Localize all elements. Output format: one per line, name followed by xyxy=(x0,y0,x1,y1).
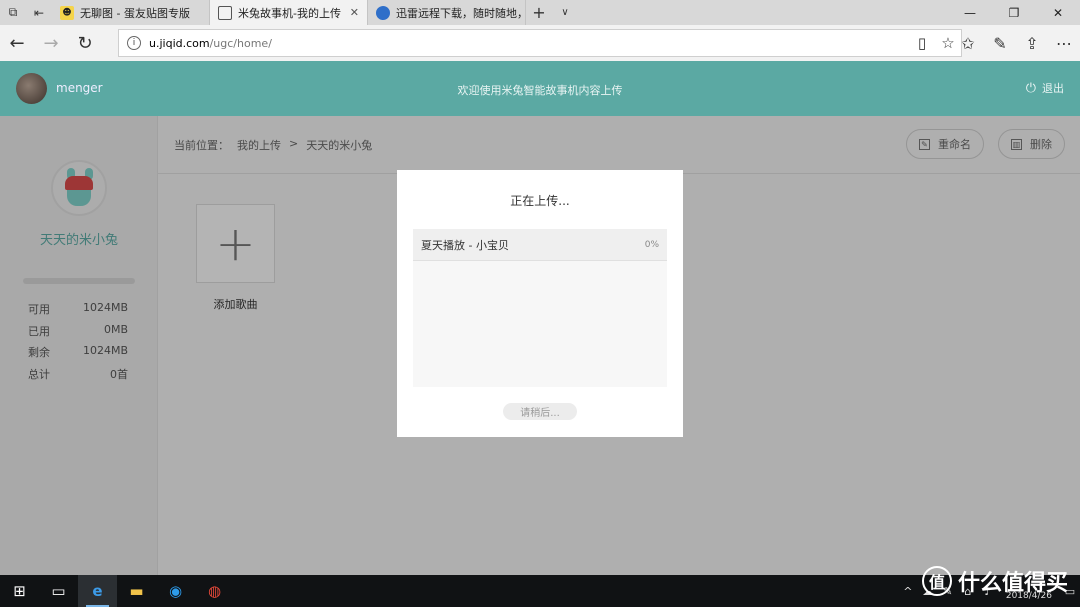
app-header: menger 欢迎使用米兔智能故事机内容上传 ⏻ 退出 xyxy=(0,61,1080,116)
windows-taskbar: ⊞ ▭ e ▬ ◉ ◍ ^ ☁ ✎ ⌂ ♪ 2018/4/26 ▭ xyxy=(0,575,1080,607)
restore-icon[interactable]: ❐ xyxy=(992,0,1036,25)
upload-item: 夏天播放 - 小宝贝 0% xyxy=(413,229,667,261)
xunlei-favicon-icon xyxy=(376,5,390,20)
address-bar[interactable]: i u.jiqid.com/ugc/home/ ▯ ☆ xyxy=(118,29,962,57)
windows-start-icon[interactable]: ⊞ xyxy=(0,575,39,607)
upload-dialog: 正在上传... 夏天播放 - 小宝贝 0% 请稍后... xyxy=(397,170,683,437)
dialog-title: 正在上传... xyxy=(510,194,570,208)
share-icon[interactable]: ⇪ xyxy=(1016,25,1048,61)
close-tab-icon[interactable]: ✕ xyxy=(350,6,359,19)
forward-arrow-icon[interactable]: → xyxy=(34,25,68,61)
web-note-pen-icon[interactable]: ✎ xyxy=(984,25,1016,61)
tab-title: 无聊图 - 蛋友贴图专版 xyxy=(80,6,190,20)
network-app-icon[interactable]: ◉ xyxy=(156,575,195,607)
url-text: u.jiqid.com/ugc/home/ xyxy=(149,37,272,50)
chrome-icon[interactable]: ◍ xyxy=(195,575,234,607)
smiley-favicon-icon: ☻ xyxy=(60,5,74,20)
upload-list: 夏天播放 - 小宝贝 0% xyxy=(413,229,667,387)
watermark-text: 什么值得买 xyxy=(957,571,1068,596)
please-wait-button: 请稍后... xyxy=(503,403,577,420)
url-path: /ugc/home/ xyxy=(209,36,272,50)
logout-label: 退出 xyxy=(1042,82,1064,95)
tray-expand-icon[interactable]: ^ xyxy=(898,585,918,598)
favorites-hub-icon[interactable]: ✩ xyxy=(952,25,984,61)
reading-view-icon[interactable]: ▯ xyxy=(909,34,935,52)
welcome-text: 欢迎使用米兔智能故事机内容上传 xyxy=(457,84,623,97)
tab-preview-icon[interactable]: ⧉ xyxy=(0,0,26,25)
page-favicon-icon xyxy=(218,5,232,20)
close-window-icon[interactable]: ✕ xyxy=(1036,0,1080,25)
file-explorer-icon[interactable]: ▬ xyxy=(117,575,156,607)
browser-navbar: ← → ↻ i u.jiqid.com/ugc/home/ ▯ ☆ ✩ ✎ ⇪ … xyxy=(0,25,1080,61)
url-host: u.jiqid.com xyxy=(149,36,210,50)
power-icon: ⏻ xyxy=(1025,80,1036,96)
tab-mitu-upload[interactable]: 米兔故事机-我的上传 ✕ xyxy=(210,0,368,25)
tab-title: 米兔故事机-我的上传 xyxy=(238,6,341,20)
watermark: 值 什么值得买 xyxy=(921,565,1068,597)
refresh-icon[interactable]: ↻ xyxy=(68,25,102,61)
set-aside-tabs-icon[interactable]: ⇤ xyxy=(26,0,52,25)
tab-xunlei[interactable]: 迅雷远程下载，随时随地， xyxy=(368,0,526,25)
tab-title: 迅雷远程下载，随时随地， xyxy=(396,6,526,20)
more-menu-icon[interactable]: ⋯ xyxy=(1048,25,1080,61)
browser-tab-strip: ⧉ ⇤ ☻ 无聊图 - 蛋友贴图专版 米兔故事机-我的上传 ✕ 迅雷远程下载，随… xyxy=(0,0,1080,25)
upload-item-progress: 0% xyxy=(644,239,659,250)
info-icon[interactable]: i xyxy=(127,36,141,50)
tab-jandan[interactable]: ☻ 无聊图 - 蛋友贴图专版 xyxy=(52,0,210,25)
smzdm-logo-icon: 值 xyxy=(921,566,952,596)
task-view-icon[interactable]: ▭ xyxy=(39,575,78,607)
minimize-icon[interactable]: — xyxy=(948,0,992,25)
edge-browser-icon[interactable]: e xyxy=(78,575,117,607)
new-tab-icon[interactable]: + xyxy=(526,0,552,25)
back-arrow-icon[interactable]: ← xyxy=(0,25,34,61)
chevron-down-icon[interactable]: ∨ xyxy=(552,0,578,25)
logout-button[interactable]: ⏻ 退出 xyxy=(1026,80,1064,96)
upload-item-name: 夏天播放 - 小宝贝 xyxy=(421,238,509,252)
